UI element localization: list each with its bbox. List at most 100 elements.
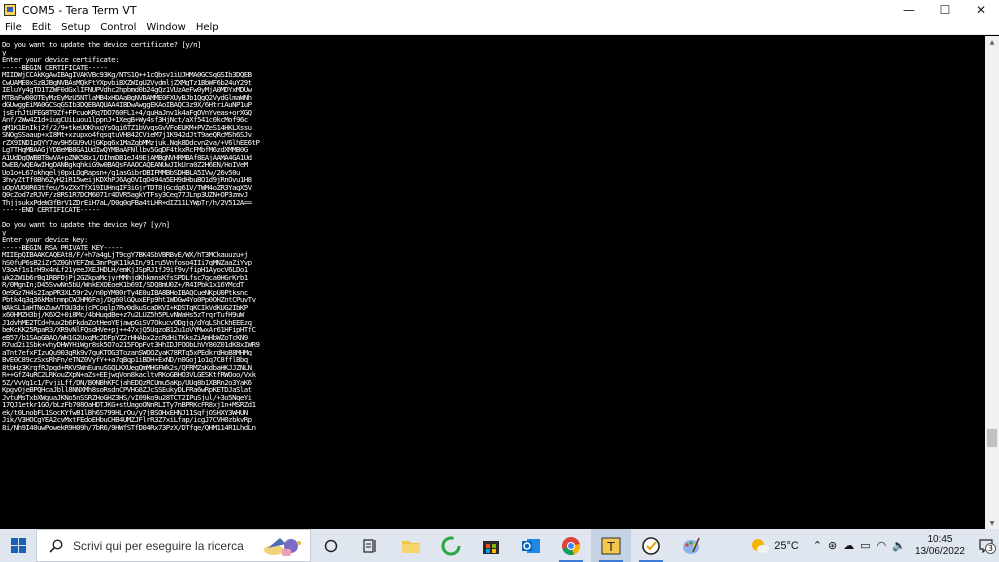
terminal-line: DwEB/wQEAwIHgDANBgkqhkiG9w0BAQsFAAOCAQEA… [2, 161, 248, 169]
terminal-line: -----BEGIN CERTIFICATE----- [2, 63, 108, 71]
file-explorer-icon [402, 540, 420, 553]
scroll-thumb[interactable] [987, 429, 997, 447]
terminal-line: eB57/b1SAoGBAO/WH1G2UxqMc2DFpYZ2rHHAbx2z… [2, 333, 248, 341]
menu-bar: File Edit Setup Control Window Help [0, 20, 999, 35]
terminal-line: y [2, 228, 6, 236]
chrome-icon [562, 536, 581, 555]
terminal-line: SNOgSSaaup+xI8Mt+xzupxo4fqsqtuVH842CVieM… [2, 131, 252, 139]
teraterm-button[interactable]: T [591, 529, 631, 562]
terminal-line: uk2ZW1b6rBq1RBFDjPj2GZkpaMcjyrMMhjdKhkmn… [2, 273, 248, 281]
refresh-app-icon [441, 536, 461, 555]
terminal-line: Pbtk4q3q36kMatnmpCWJHM6Faj/Dg60lGQuxEFp9… [2, 296, 256, 304]
file-explorer-button[interactable] [391, 529, 431, 562]
terminal-line: Q0cZod7zRJVF/z8RS1R7DCM6071r4DVR5agkYTFs… [2, 191, 248, 199]
wifi-icon[interactable]: ◠ [877, 539, 887, 552]
taskbar: Scrivi qui per eseguire la ricerca T 25°… [0, 529, 999, 562]
menu-edit[interactable]: Edit [27, 22, 56, 33]
terminal-line: Jik/V3HOCgYEA2cvMxtFEdoEHbuCHB4UMZJFlrR3… [2, 416, 252, 424]
meet-now-icon[interactable]: ⊛ [828, 539, 837, 552]
search-placeholder: Scrivi qui per eseguire la ricerca [73, 538, 244, 553]
menu-help[interactable]: Help [191, 22, 224, 33]
widgets-icon [363, 538, 376, 553]
volume-icon[interactable]: 🔈 [892, 539, 906, 552]
terminal-line: ek/t0LnobFL1SocKYfwB1lBh6S799HLrOu/y7jBS… [2, 408, 248, 416]
terminal-line: 5Z/VvVg1c1/FvjiLff/DN/B0NBhKFCjahEDQzRCU… [2, 378, 252, 386]
terminal-line: Anf/2Ww4Z1d+iugCUiLuou1lppnJ+1XegB+Wy4sf… [2, 116, 248, 124]
system-tray: 25°C ⌃ ⊛ ☁ ▭ ◠ 🔈 10:45 13/06/2022 3 [750, 529, 999, 562]
clock-date: 13/06/2022 [914, 545, 965, 557]
start-button[interactable] [0, 529, 36, 562]
scroll-down-arrow-icon[interactable]: ▼ [985, 517, 999, 529]
terminal-line: dGUwggEiMA0GCSqGSIb3DQEBAQUAA4IBDwAwggEK… [2, 101, 252, 109]
terminal-line: R/0MgnIn;D45SvwNn5bU/WnkEXOEoeK1b69I/SDQ… [2, 281, 244, 289]
onedrive-cloud-icon[interactable]: ☁ [843, 539, 854, 552]
outlook-icon [522, 538, 540, 553]
taskbar-search-box[interactable]: Scrivi qui per eseguire la ricerca [36, 529, 311, 562]
terminal-line: -----END CERTIFICATE----- [2, 206, 100, 214]
terminal-line: x60HMZH3bj/K6X2+0i8Mc/4bHuqdBe+z7u2LUZ5h… [2, 311, 244, 319]
task-view-button[interactable] [311, 529, 351, 562]
terminal-line: Do you want to update the device key? [y… [2, 221, 170, 229]
menu-setup[interactable]: Setup [56, 22, 95, 33]
terminal-output[interactable]: Do you want to update the device certifi… [0, 36, 985, 529]
notification-center-button[interactable]: 3 [973, 529, 999, 562]
terminal-line: IEluYy4gTD1TZWF0dGxlIFNUPVdhc2hpbmd0b24g… [2, 86, 252, 94]
terminal-line: Enter your device certificate: [2, 56, 120, 64]
terminal-line: WAkSL1aHTNoZuwVTOU3dxjcPCoglp7Rv0dkuScaD… [2, 303, 248, 311]
paint-app-button[interactable] [671, 529, 711, 562]
terminal-line: rZX9IND1pQYY7av9H5GU9vUjGKpg6x1MaZqbMMzj… [2, 138, 260, 146]
terminal-line: Uo1o+L67okhqelj0pxLOgRapsn+/q1asGibrDBIF… [2, 168, 240, 176]
outlook-button[interactable] [511, 529, 551, 562]
terminal-line: A1UdDgQWBBT8wVA+pZNK5Bx1/DIhmDB1eJ49EjAM… [2, 153, 252, 161]
chrome-button[interactable] [551, 529, 591, 562]
menu-file[interactable]: File [0, 22, 27, 33]
scroll-up-arrow-icon[interactable]: ▲ [985, 36, 999, 48]
terminal-line: JvtuMsTxbXWguaJKNo5nSSRZHoGHZ3HS/vI09ko9… [2, 393, 252, 401]
window-controls: — ☐ ✕ [891, 0, 999, 20]
teraterm-app-icon [4, 4, 16, 16]
terminal-line: uOpVUO0R63tfeu/5vZXxTfX19IUHnqIF3iGjrTDT… [2, 183, 252, 191]
terminal-line: BvE0C89czSxsRhFn/eTNZ0VyfY++a7qBqp1iBDH+… [2, 356, 248, 364]
chevron-up-icon[interactable]: ⌃ [813, 539, 822, 552]
maximize-button[interactable]: ☐ [927, 0, 963, 20]
terminal-line: 17QJ1etkr1GO/bLzFb708OaHDTJKG+stUagoONnR… [2, 401, 256, 409]
notification-count-badge: 3 [984, 543, 996, 554]
temperature-label[interactable]: 25°C [774, 540, 799, 552]
weather-sun-icon[interactable] [750, 537, 770, 555]
terminal-line: aTnt7efxFIzuQu903gRk9v7guKTOG3TozanSWOOZ… [2, 348, 252, 356]
menu-window[interactable]: Window [141, 22, 190, 33]
terminal-line: 3hvyZtTf0Bh6ZyH2iR15weijKDXhPJ6AgOVIqO49… [2, 176, 252, 184]
terminal-line: Oe9Gz7H4s2IapPR3XL59r2v/n0pYM00rTy4E0uIB… [2, 288, 248, 296]
system-clock[interactable]: 10:45 13/06/2022 [915, 534, 965, 558]
svg-text:T: T [606, 540, 615, 554]
store-icon [483, 540, 499, 554]
paint-app-icon [683, 537, 700, 554]
menu-control[interactable]: Control [95, 22, 141, 33]
clock-time: 10:45 [927, 533, 953, 545]
terminal-line: MIIEpQIBAAKCAQEAt8/F/+h7a4gLjT9cgY7BK4Sb… [2, 251, 248, 259]
terminal-line: ThjjsukxPdeW3fBrV1ZDrEiH7aL/D0g0qFBa4tLH… [2, 198, 252, 206]
check-app-button[interactable] [631, 529, 671, 562]
store-button[interactable] [471, 529, 511, 562]
terminal-line: R7ud2i1Sbk+vhyDHWYHiWgr8sk5O7o215FOpFvt3… [2, 341, 260, 349]
windows-logo-icon [10, 538, 26, 553]
terminal-line: V3oAf1s1rH9x4nLf21yeeJXEJHDLH/emKjJSpRJ1… [2, 266, 248, 274]
refresh-app-button[interactable] [431, 529, 471, 562]
terminal-line: CwUAME0xSzBJBgNVBAsMQkFtYXpvbiBXZWIgU2Vy… [2, 78, 252, 86]
teraterm-icon: T [601, 537, 621, 554]
search-icon [49, 538, 63, 553]
widgets-button[interactable] [351, 529, 391, 562]
terminal-line: 8tbHz3KrgfRJpgd+RKVSWnEunuSGQLKXUegQmMHG… [2, 363, 252, 371]
terminal-line: MIIDWjCCAkKgAwIBAgIVAKVBc93Kg/NTS1Q++1cQ… [2, 71, 252, 79]
terminal-line: -----BEGIN RSA PRIVATE KEY----- [2, 243, 123, 251]
search-highlight-illustration-icon [264, 538, 301, 556]
terminal-line: hS0fuP6sB2iZr5Z0GhYEFZmL3mrPgK11kAIn/91r… [2, 258, 252, 266]
title-bar: COM5 - Tera Term VT — ☐ ✕ [0, 0, 999, 20]
vertical-scrollbar[interactable]: ▲ ▼ [985, 36, 999, 529]
terminal-line: Enter your device key: [2, 236, 88, 244]
battery-icon[interactable]: ▭ [860, 539, 870, 552]
minimize-button[interactable]: — [891, 0, 927, 20]
terminal-line: LgTTHqMBAAGjYDBeMB8GA1UdIwQYMBaAFNllbv5G… [2, 146, 248, 154]
terminal-line: beKcKK25RpaR3/XR9vNlFQsdHVe+pj++47xjQ5Uq… [2, 326, 256, 334]
close-button[interactable]: ✕ [963, 0, 999, 20]
